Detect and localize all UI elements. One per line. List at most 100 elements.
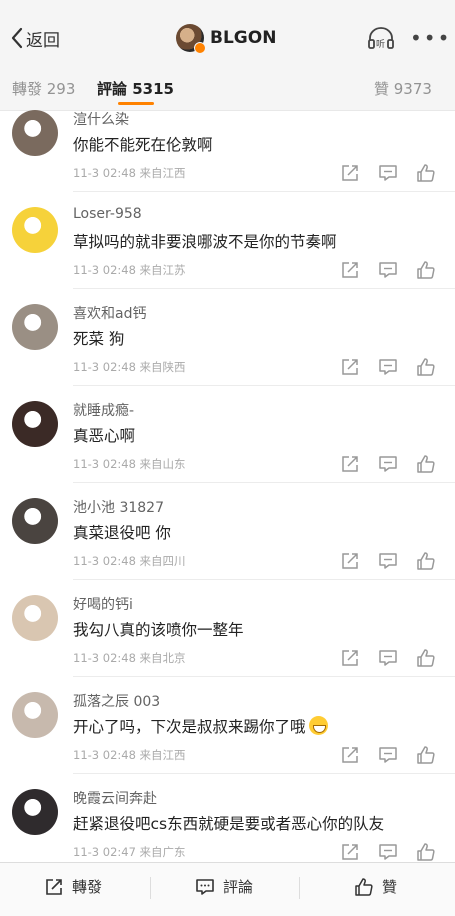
comment-text: 真恶心啊	[73, 424, 135, 446]
thumbs-up-icon[interactable]	[416, 648, 436, 668]
comment-text-body: 死菜 狗	[73, 330, 125, 348]
back-button[interactable]: 返回	[10, 24, 60, 52]
repost-label: 轉發	[72, 878, 103, 896]
comment-actions	[340, 842, 440, 864]
bottom-action-bar: 轉發 評論 贊	[0, 862, 455, 916]
comment-author[interactable]: 好喝的钙i	[73, 594, 133, 614]
comment-text: 我勾八真的该喷你一整年	[73, 618, 244, 640]
share-icon[interactable]	[340, 163, 360, 183]
comment-text-body: 开心了吗，下次是叔叔来踢你了哦	[73, 718, 306, 736]
headphones-icon[interactable]: 听	[367, 26, 395, 50]
divider	[73, 482, 455, 483]
comment-meta: 11-3 02:47 来自广东	[73, 845, 186, 859]
comment-text: 草拟吗的就非要浪哪波不是你的节奏啊	[73, 230, 337, 252]
comment-text-body: 赶紧退役吧cs东西就硬是要或者恶心你的队友	[73, 815, 385, 833]
comment-icon[interactable]	[378, 648, 398, 668]
comment-author[interactable]: 就睡成瘾-	[73, 400, 134, 420]
avatar	[176, 24, 206, 54]
comment-actions	[340, 163, 440, 185]
grin-emoji-icon	[308, 716, 328, 735]
comment-icon[interactable]	[378, 163, 398, 183]
comment-item[interactable]: Loser-958 草拟吗的就非要浪哪波不是你的节奏啊 11-3 02:48 来自江…	[0, 205, 455, 302]
comment-icon[interactable]	[378, 357, 398, 377]
page-title: BLGON	[210, 28, 277, 48]
comment-text: 你能不能死在伦敦啊	[73, 133, 213, 155]
chevron-left-icon	[11, 27, 23, 49]
comment-meta: 11-3 02:48 来自北京	[73, 651, 186, 665]
comment-author[interactable]: 渲什么染	[73, 109, 129, 129]
comment-text: 死菜 狗	[73, 327, 124, 349]
comment-text-body: 我勾八真的该喷你一整年	[73, 621, 244, 639]
top-navigation-bar: 返回 BLGON 听 •••	[0, 0, 455, 70]
comment-author[interactable]: 池小池 31827	[73, 497, 164, 517]
thumbs-up-icon[interactable]	[416, 745, 436, 765]
comment-author[interactable]: 晚霞云间奔赴	[73, 788, 157, 808]
share-icon[interactable]	[340, 745, 360, 765]
comment-icon[interactable]	[378, 260, 398, 280]
comment-text: 赶紧退役吧cs东西就硬是要或者恶心你的队友	[73, 812, 384, 834]
avatar[interactable]	[12, 692, 58, 738]
divider	[73, 288, 455, 289]
share-icon[interactable]	[340, 842, 360, 862]
comment-icon[interactable]	[378, 842, 398, 862]
avatar[interactable]	[12, 401, 58, 447]
avatar[interactable]	[12, 304, 58, 350]
comment-actions	[340, 260, 440, 282]
thumbs-up-icon[interactable]	[416, 357, 436, 377]
comment-meta: 11-3 02:48 来自陕西	[73, 360, 186, 374]
divider	[73, 773, 455, 774]
comment-item[interactable]: 好喝的钙i 我勾八真的该喷你一整年 11-3 02:48 来自北京	[0, 593, 455, 690]
like-button[interactable]: 贊	[354, 876, 397, 897]
thumbs-up-icon[interactable]	[416, 260, 436, 280]
comment-item[interactable]: 喜欢和ad钙 死菜 狗 11-3 02:48 来自陕西	[0, 302, 455, 399]
divider	[73, 676, 455, 677]
share-icon[interactable]	[340, 357, 360, 377]
avatar[interactable]	[12, 595, 58, 641]
comment-item[interactable]: 孤落之辰 003 开心了吗，下次是叔叔来踢你了哦 11-3 02:48 来自江西	[0, 690, 455, 787]
share-icon[interactable]	[340, 551, 360, 571]
tab-repost[interactable]: 轉發 293	[12, 78, 75, 99]
comment-meta: 11-3 02:48 来自四川	[73, 554, 186, 568]
thumbs-up-icon[interactable]	[416, 163, 436, 183]
comment-meta: 11-3 02:48 来自江西	[73, 748, 186, 762]
thumbs-up-icon[interactable]	[416, 551, 436, 571]
share-icon[interactable]	[340, 260, 360, 280]
comment-meta: 11-3 02:48 来自江苏	[73, 263, 186, 277]
tab-comment[interactable]: 評論 5315	[97, 78, 174, 99]
comment-button[interactable]: 評論	[195, 876, 253, 897]
thumbs-up-icon[interactable]	[416, 842, 436, 862]
svg-text:听: 听	[376, 39, 385, 50]
comment-author[interactable]: 孤落之辰 003	[73, 691, 160, 711]
comment-item[interactable]: 渲什么染 你能不能死在伦敦啊 11-3 02:48 来自江西	[0, 108, 455, 205]
comment-text-body: 真恶心啊	[73, 427, 136, 445]
comment-icon[interactable]	[378, 745, 398, 765]
like-label: 贊	[382, 878, 398, 896]
comment-actions	[340, 648, 440, 670]
more-icon[interactable]: •••	[410, 28, 451, 48]
comment-item[interactable]: 池小池 31827 真菜退役吧 你 11-3 02:48 来自四川	[0, 496, 455, 593]
share-icon[interactable]	[340, 648, 360, 668]
comment-icon	[196, 878, 214, 895]
divider	[73, 579, 455, 580]
thumbs-up-icon[interactable]	[416, 454, 436, 474]
account-title[interactable]: BLGON	[176, 23, 277, 54]
comment-text-body: 你能不能死在伦敦啊	[73, 136, 213, 154]
comment-item[interactable]: 就睡成瘾- 真恶心啊 11-3 02:48 来自山东	[0, 399, 455, 496]
thumbs-up-icon	[355, 877, 373, 896]
share-icon[interactable]	[340, 454, 360, 474]
avatar[interactable]	[12, 207, 58, 253]
comment-actions	[340, 454, 440, 476]
divider	[299, 877, 300, 899]
comment-text-body: 真菜退役吧 你	[73, 524, 171, 542]
divider	[73, 385, 455, 386]
comment-icon[interactable]	[378, 551, 398, 571]
comment-author[interactable]: Loser-958	[73, 206, 142, 222]
divider	[150, 877, 151, 899]
avatar[interactable]	[12, 789, 58, 835]
avatar[interactable]	[12, 110, 58, 156]
avatar[interactable]	[12, 498, 58, 544]
repost-button[interactable]: 轉發	[44, 876, 102, 897]
comment-icon[interactable]	[378, 454, 398, 474]
comment-author[interactable]: 喜欢和ad钙	[73, 303, 146, 323]
tab-like[interactable]: 贊 9373	[374, 78, 432, 99]
